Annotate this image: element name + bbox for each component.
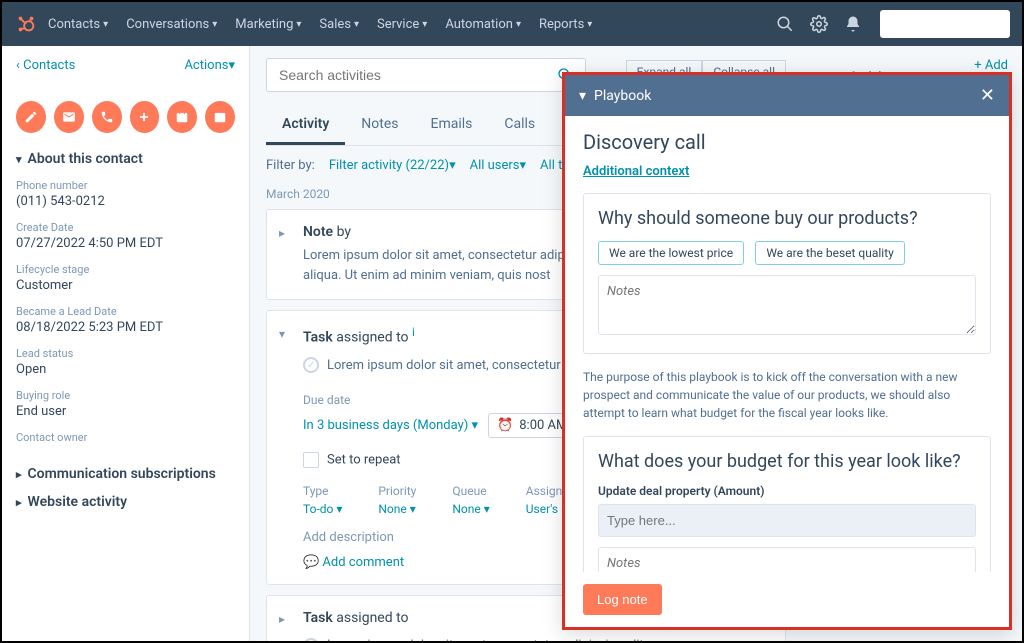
- field-value[interactable]: Open: [16, 362, 235, 377]
- task-action-icon[interactable]: [205, 101, 235, 133]
- question-1: Why should someone buy our products?: [598, 208, 976, 229]
- add-action-icon[interactable]: [130, 101, 160, 133]
- note-action-icon[interactable]: [16, 101, 46, 133]
- chevron-down-icon[interactable]: ▾: [579, 88, 586, 104]
- playbook-header-title: Playbook: [594, 88, 651, 104]
- tab-notes[interactable]: Notes: [345, 106, 414, 145]
- filter-users-dropdown[interactable]: All users ▾: [470, 158, 526, 173]
- field-label: Became a Lead Date: [16, 305, 235, 318]
- chevron-right-icon: ▸: [16, 468, 22, 481]
- chevron-down-icon: ▾: [103, 19, 108, 30]
- playbook-panel: ▾ Playbook ✕ Discovery call Additional c…: [562, 72, 1012, 630]
- chevron-down-icon: ▾: [354, 19, 359, 30]
- back-to-contacts[interactable]: ‹ Contacts: [16, 58, 75, 73]
- task-type-dropdown[interactable]: To-do ▾: [303, 502, 342, 516]
- playbook-title: Discovery call: [583, 130, 991, 154]
- chevron-down-icon: ▾: [516, 19, 521, 30]
- q2-notes-input[interactable]: [598, 547, 976, 572]
- chevron-down-icon: ▾: [296, 19, 301, 30]
- chevron-right-icon[interactable]: ▸: [279, 612, 285, 626]
- additional-context-link[interactable]: Additional context: [583, 164, 991, 179]
- contact-sidebar: ‹ Contacts Actions ▾ ▾About this contact…: [2, 46, 250, 641]
- account-search[interactable]: [880, 10, 1010, 38]
- website-activity-toggle[interactable]: ▸Website activity: [16, 494, 235, 510]
- comment-icon: 💬: [303, 555, 319, 570]
- meeting-action-icon[interactable]: [167, 101, 197, 133]
- field-label: Create Date: [16, 221, 235, 234]
- chevron-down-icon: ▾: [212, 19, 217, 30]
- answer-chip-lowest-price[interactable]: We are the lowest price: [598, 241, 744, 265]
- field-value[interactable]: Customer: [16, 278, 235, 293]
- due-date-picker[interactable]: In 3 business days (Monday) ▾: [303, 418, 478, 433]
- field-label: Buying role: [16, 389, 235, 402]
- hubspot-logo[interactable]: [14, 12, 38, 36]
- actions-dropdown[interactable]: Actions ▾: [184, 58, 235, 73]
- chevron-down-icon: ▾: [587, 19, 592, 30]
- chevron-right-icon[interactable]: ▸: [279, 226, 285, 240]
- repeat-checkbox[interactable]: [303, 452, 319, 468]
- top-navigation: Contacts▾ Conversations▾ Marketing▾ Sale…: [2, 2, 1022, 46]
- search-activities-input[interactable]: [279, 67, 557, 83]
- nav-marketing[interactable]: Marketing▾: [235, 17, 301, 32]
- field-value[interactable]: (011) 543-0212: [16, 194, 235, 209]
- gear-icon[interactable]: [810, 15, 828, 33]
- field-value[interactable]: 07/27/2022 4:50 PM EDT: [16, 236, 235, 251]
- field-value[interactable]: 08/18/2022 5:23 PM EDT: [16, 320, 235, 335]
- tab-emails[interactable]: Emails: [415, 106, 489, 145]
- chevron-right-icon: ▸: [16, 496, 22, 509]
- nav-service[interactable]: Service▾: [377, 17, 427, 32]
- call-action-icon[interactable]: [92, 101, 122, 133]
- nav-automation[interactable]: Automation▾: [445, 17, 521, 32]
- close-icon[interactable]: ✕: [980, 85, 995, 106]
- task-complete-checkbox[interactable]: [303, 638, 319, 641]
- chevron-down-icon: ▾: [16, 153, 22, 166]
- log-note-button[interactable]: Log note: [583, 584, 662, 615]
- field-label: Lifecycle stage: [16, 263, 235, 276]
- clock-icon: ⏰: [497, 418, 513, 433]
- nav-conversations[interactable]: Conversations▾: [126, 17, 217, 32]
- question-2: What does your budget for this year look…: [598, 451, 976, 472]
- search-icon[interactable]: [776, 15, 794, 33]
- comm-subs-toggle[interactable]: ▸Communication subscriptions: [16, 466, 235, 482]
- about-section-toggle[interactable]: ▾About this contact: [16, 151, 235, 167]
- amount-input[interactable]: [598, 504, 976, 537]
- bell-icon[interactable]: [844, 15, 862, 33]
- filter-by-label: Filter by:: [266, 158, 315, 173]
- add-deal-link[interactable]: + Add: [974, 58, 1008, 73]
- email-action-icon[interactable]: [54, 101, 84, 133]
- playbook-header: ▾ Playbook ✕: [565, 75, 1009, 116]
- task-queue-dropdown[interactable]: None ▾: [452, 502, 489, 516]
- chevron-down-icon: ▾: [422, 19, 427, 30]
- field-label: Phone number: [16, 179, 235, 192]
- task-priority-dropdown[interactable]: None ▾: [378, 502, 416, 516]
- field-label: Lead status: [16, 347, 235, 360]
- chevron-down-icon[interactable]: ▾: [279, 327, 285, 341]
- tab-activity[interactable]: Activity: [266, 106, 345, 145]
- filter-activity-dropdown[interactable]: Filter activity (22/22) ▾: [329, 158, 456, 173]
- update-property-label: Update deal property (Amount): [598, 484, 976, 498]
- search-activities[interactable]: [266, 58, 586, 92]
- nav-reports[interactable]: Reports▾: [539, 17, 592, 32]
- field-label: Contact owner: [16, 431, 235, 444]
- field-value[interactable]: End user: [16, 404, 235, 419]
- nav-sales[interactable]: Sales▾: [319, 17, 359, 32]
- answer-chip-best-quality[interactable]: We are the beset quality: [755, 241, 904, 265]
- playbook-description: The purpose of this playbook is to kick …: [583, 368, 991, 422]
- task-complete-checkbox[interactable]: [303, 357, 319, 373]
- tab-calls[interactable]: Calls: [488, 106, 551, 145]
- nav-contacts[interactable]: Contacts▾: [48, 17, 108, 32]
- q1-notes-input[interactable]: [598, 275, 976, 335]
